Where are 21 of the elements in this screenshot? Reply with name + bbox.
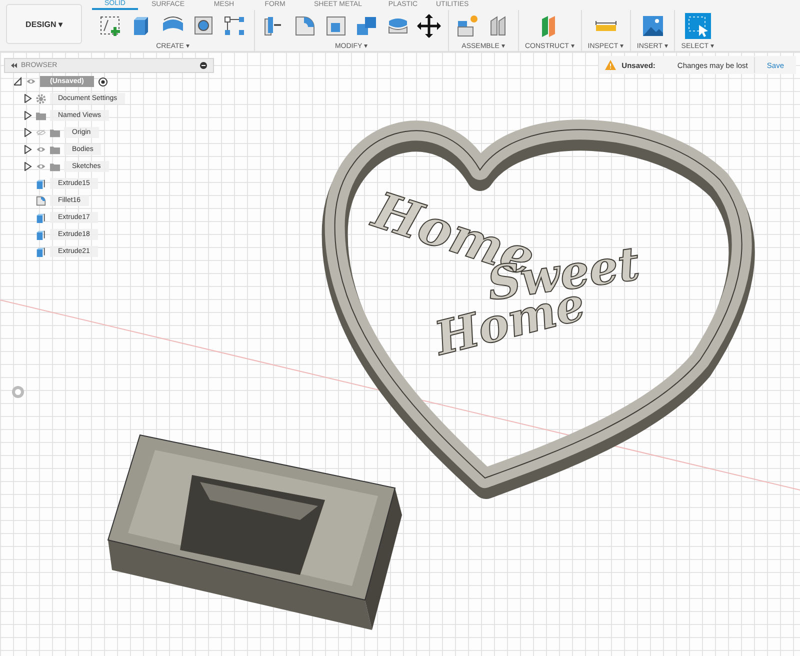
collapse-panel-icon[interactable] [11, 63, 17, 68]
rounded-corner-icon [36, 196, 46, 206]
move-icon[interactable] [416, 13, 442, 39]
expand-triangle-icon[interactable] [24, 145, 32, 154]
expand-triangle-icon[interactable] [24, 94, 32, 103]
eye-icon[interactable] [36, 146, 46, 153]
warning-icon [604, 60, 616, 70]
workspace-menu-button[interactable]: DESIGN ▾ [6, 4, 82, 44]
radio-icon[interactable] [98, 76, 108, 86]
cube-icon [36, 212, 46, 222]
gear-icon [36, 94, 46, 104]
expand-triangle-icon[interactable] [24, 128, 32, 137]
minimize-icon[interactable] [200, 62, 207, 69]
cube-icon [36, 230, 46, 240]
cube-icon [36, 178, 46, 188]
eye-icon[interactable] [26, 78, 36, 85]
expand-triangle-icon[interactable] [24, 162, 32, 171]
eye-icon[interactable] [36, 163, 46, 170]
cube-icon [36, 246, 46, 256]
expand-triangle-icon[interactable] [24, 111, 32, 120]
collapse-triangle-icon[interactable] [14, 77, 22, 86]
